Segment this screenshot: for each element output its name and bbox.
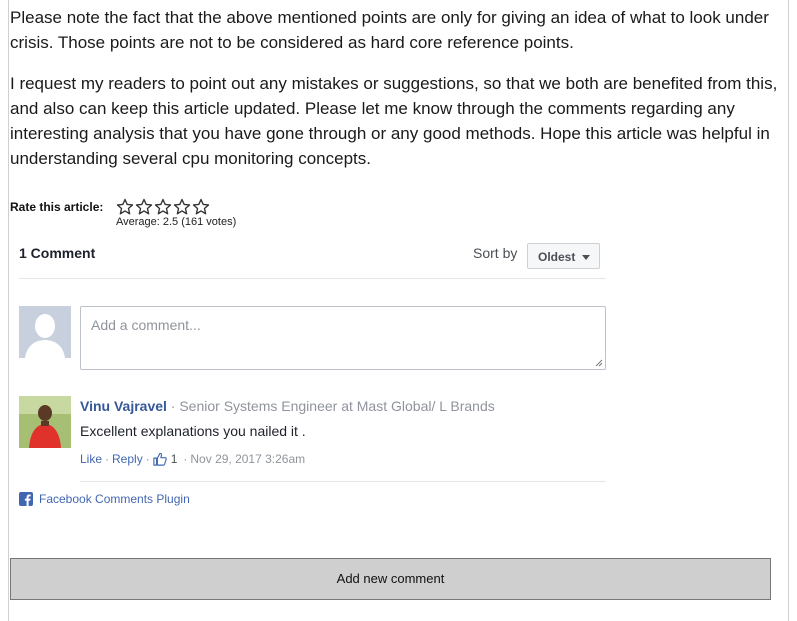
divider [80,481,606,482]
comment-author-title: · Senior Systems Engineer at Mast Global… [166,398,495,414]
sort-value: Oldest [538,250,576,264]
rating-average: Average: 2.5 (161 votes) [116,216,237,228]
comment-author-name[interactable]: Vinu Vajravel [80,398,167,414]
article-paragraph: Please note the fact that the above ment… [10,8,769,52]
resize-grip-icon[interactable] [595,359,603,367]
comment-input[interactable]: Add a comment... [80,306,606,370]
separator: · [105,452,110,466]
rating-label: Rate this article: [10,200,104,214]
facebook-icon [19,492,33,506]
facebook-plugin-link[interactable]: Facebook Comments Plugin [19,492,190,506]
like-count: 1 [170,452,178,466]
star-icon[interactable] [116,198,134,216]
comment-text: Excellent explanations you nailed it . [80,423,306,439]
star-icon[interactable] [173,198,191,216]
page-border-right [788,0,789,621]
facebook-plugin-label: Facebook Comments Plugin [39,492,190,506]
star-icon[interactable] [154,198,172,216]
avatar[interactable] [19,396,71,448]
comment-actions: Like · Reply · 1 · Nov 29, 2017 3:26am [80,452,305,466]
add-new-comment-button[interactable]: Add new comment [10,558,771,600]
avatar-placeholder [19,306,71,358]
separator: · [183,452,188,466]
article-paragraph: I request my readers to point out any mi… [10,74,778,168]
comment-input-placeholder: Add a comment... [91,317,201,333]
comment-author-line: Vinu Vajravel · Senior Systems Engineer … [80,398,495,414]
thumbs-up-icon [153,452,167,466]
like-link[interactable]: Like [80,452,102,466]
star-icon[interactable] [192,198,210,216]
article-body: Please note the fact that the above ment… [10,5,780,187]
divider [19,278,606,279]
reply-link[interactable]: Reply [112,452,143,466]
user-photo-icon [19,396,71,448]
comment-count: 1 Comment [19,245,96,261]
comment-timestamp[interactable]: Nov 29, 2017 3:26am [190,452,305,466]
sort-dropdown[interactable]: Oldest [527,243,600,269]
separator: · [145,452,150,466]
sort-label: Sort by [473,245,518,261]
person-silhouette-icon [19,306,71,358]
chevron-down-icon [582,255,590,260]
page-border-left [8,0,9,621]
star-icon[interactable] [135,198,153,216]
rating-stars [116,198,210,216]
